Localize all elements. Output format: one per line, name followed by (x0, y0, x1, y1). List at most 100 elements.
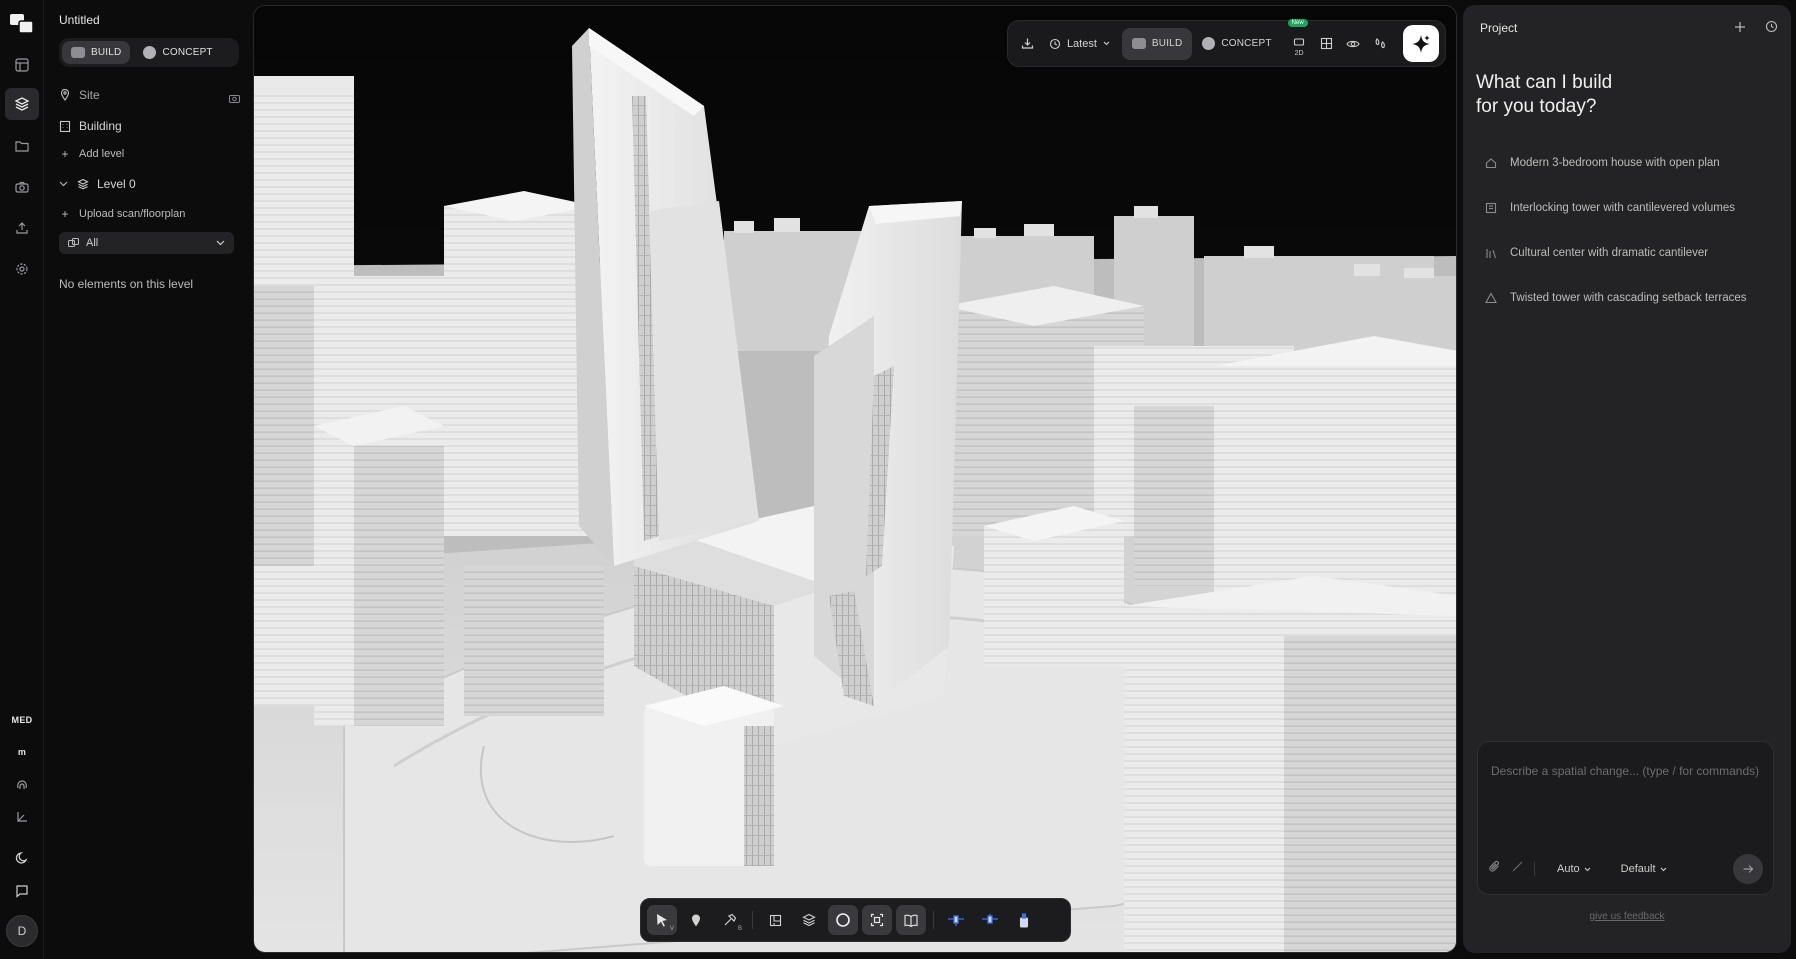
tree-item-building[interactable]: Building (59, 119, 122, 133)
floorplan-tool-button[interactable] (760, 905, 790, 935)
mode-select[interactable]: Auto (1557, 863, 1591, 875)
panel-title: Project (1480, 21, 1518, 35)
concept-view-button[interactable]: CONCEPT (1192, 28, 1281, 60)
orbit-tool-button[interactable] (828, 905, 858, 935)
building-icon (59, 120, 71, 132)
sparkle-icon (1412, 34, 1431, 53)
chat-icon[interactable] (11, 880, 33, 902)
folder-icon[interactable] (11, 135, 33, 157)
layers-icon[interactable] (5, 88, 39, 120)
new-badge: New (1287, 18, 1308, 27)
walk-mode-button[interactable] (1366, 28, 1393, 60)
spray-can-icon (1019, 913, 1029, 928)
send-button[interactable] (1733, 854, 1763, 884)
quality-label[interactable]: MED (0, 715, 44, 725)
project-panel: Project What can I build for you today? … (1463, 5, 1791, 953)
tree-item-level[interactable]: Level 0 (57, 177, 136, 191)
hammer-icon (724, 913, 737, 926)
icon-rail: MED m D (0, 0, 44, 959)
pin-tool-button[interactable] (681, 905, 711, 935)
attach-button[interactable] (1488, 860, 1501, 878)
version-select[interactable]: Latest (1041, 28, 1118, 60)
triangle-icon (1484, 291, 1498, 305)
suggestion-item[interactable]: Twisted tower with cascading setback ter… (1484, 291, 1747, 305)
download-button[interactable] (1014, 28, 1041, 60)
pin-icon (692, 914, 700, 926)
frame-icon (870, 913, 884, 927)
welcome-heading: What can I build for you today? (1476, 72, 1613, 117)
city-model-render[interactable] (254, 6, 1457, 953)
camera-icon[interactable] (11, 176, 33, 198)
divider (1534, 862, 1535, 876)
build-icon (1131, 38, 1146, 49)
history-icon (1765, 20, 1778, 33)
suggestion-item[interactable]: Interlocking tower with cantilevered vol… (1484, 201, 1735, 215)
layers-tool-button[interactable] (794, 905, 824, 935)
prompt-input[interactable]: Describe a spatial change... (type / for… (1491, 764, 1763, 778)
camera-small-icon[interactable] (229, 90, 240, 108)
pen-icon (1512, 861, 1523, 872)
3d-viewport[interactable]: Latest BUILD CONCEPT New 2D V B (253, 5, 1457, 953)
axis-icon[interactable] (11, 806, 33, 828)
element-filter-select[interactable]: All (59, 232, 234, 254)
plus-icon: + (61, 147, 69, 161)
circle-icon (836, 913, 850, 927)
ai-assistant-button[interactable] (1403, 25, 1439, 62)
divider (752, 911, 753, 929)
drone-icon (982, 914, 998, 924)
visibility-button[interactable] (1340, 28, 1367, 60)
select-tool-button[interactable]: V (647, 905, 677, 935)
chevron-down-icon (1660, 867, 1666, 871)
sketch-button[interactable] (1511, 860, 1524, 878)
filter-icon (68, 238, 79, 247)
upload-icon[interactable] (11, 217, 33, 239)
scene-panel: Untitled BUILD CONCEPT Site Building + A… (45, 0, 250, 959)
new-chat-button[interactable] (1734, 20, 1746, 38)
spray-tool-button[interactable] (1009, 905, 1039, 935)
concept-icon (1202, 37, 1216, 50)
avatar[interactable]: D (6, 915, 38, 947)
book-tool-button[interactable] (896, 905, 926, 935)
build-mode-button[interactable]: BUILD (62, 41, 131, 64)
document-title[interactable]: Untitled (59, 13, 100, 27)
drone-icon (948, 915, 964, 926)
feedback-link[interactable]: give us feedback (1463, 911, 1791, 922)
logo-icon[interactable] (10, 14, 34, 34)
moon-icon[interactable] (11, 847, 33, 869)
build-tool-button[interactable]: B (715, 905, 745, 935)
prompt-composer: Describe a spatial change... (type / for… (1477, 741, 1774, 895)
paperclip-icon (1489, 860, 1499, 872)
fingerprint-icon[interactable] (11, 774, 33, 796)
grid-icon (1320, 37, 1332, 50)
frame-tool-button[interactable] (862, 905, 892, 935)
tree-item-site[interactable]: Site (59, 88, 100, 102)
drone-b-button[interactable] (975, 905, 1005, 935)
concept-mode-button[interactable]: CONCEPT (134, 41, 221, 64)
chat-history-button[interactable] (1765, 20, 1778, 38)
empty-level-message: No elements on this level (59, 277, 194, 291)
floorplan-icon (769, 914, 781, 926)
chevron-down-icon[interactable] (57, 178, 69, 190)
plan-2d-button[interactable]: New 2D (1286, 18, 1313, 60)
grid-view-button[interactable] (1313, 28, 1340, 60)
suggestion-item[interactable]: Cultural center with dramatic cantilever (1484, 246, 1708, 260)
layers-icon (802, 913, 816, 927)
send-icon (1743, 865, 1754, 873)
build-view-button[interactable]: BUILD (1121, 27, 1193, 60)
add-level-button[interactable]: + Add level (59, 147, 124, 161)
settings-icon[interactable] (11, 258, 33, 280)
model-select[interactable]: Default (1621, 863, 1667, 875)
drone-a-button[interactable] (941, 905, 971, 935)
layout-icon[interactable] (11, 54, 33, 76)
book-icon (904, 914, 918, 927)
eye-icon (1346, 40, 1360, 47)
viewport-toolbar: Latest BUILD CONCEPT New 2D (1007, 18, 1446, 67)
chevron-down-icon (1103, 41, 1110, 46)
pin-icon (59, 89, 71, 101)
chevron-down-icon (216, 240, 225, 246)
upload-floorplan-button[interactable]: + Upload scan/floorplan (59, 207, 185, 221)
suggestion-item[interactable]: Modern 3-bedroom house with open plan (1484, 156, 1720, 170)
download-icon (1021, 38, 1034, 49)
units-label[interactable]: m (0, 747, 44, 757)
cursor-icon (657, 914, 667, 927)
